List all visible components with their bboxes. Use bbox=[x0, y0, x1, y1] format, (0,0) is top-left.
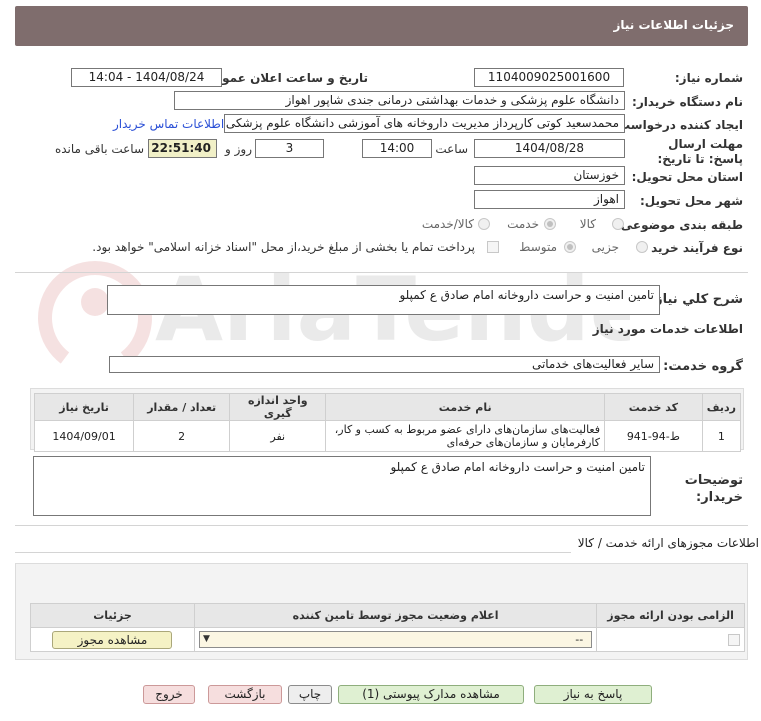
purchase-type-label: نوع فرآیند خرید : bbox=[642, 241, 743, 255]
permit-status-select[interactable]: -- ▼ bbox=[198, 631, 593, 648]
cell-permit-details: مشاهده مجوز bbox=[30, 627, 195, 652]
exit-button[interactable]: خروج bbox=[143, 685, 195, 704]
requester-label: ایجاد کننده درخواست: bbox=[613, 118, 743, 132]
reply-to-need-button[interactable]: پاسخ به نیاز bbox=[534, 685, 652, 704]
general-desc-label: شرح كلي نياز: bbox=[649, 292, 743, 307]
buyer-notes-field: تامین امنیت و حراست داروخانه امام صادق ع… bbox=[33, 456, 651, 516]
city-field: اهواز bbox=[474, 190, 625, 209]
remaining-time-field: 22:51:40 bbox=[148, 139, 217, 158]
permits-table: الزامی بودن ارائه مجوز اعلام وضعیت مجوز … bbox=[30, 603, 745, 652]
services-info-title: اطلاعات خدمات مورد نياز bbox=[592, 322, 743, 336]
view-attachments-button[interactable]: مشاهده مدارک پیوستی (1) bbox=[338, 685, 524, 704]
buyer-org-field: دانشگاه علوم پزشکی و خدمات بهداشتی درمان… bbox=[174, 91, 625, 110]
buyer-org-label: نام دستگاه خریدار: bbox=[632, 95, 743, 109]
announce-datetime-field: 1404/08/24 - 14:04 bbox=[71, 68, 222, 87]
col-permit-status: اعلام وضعیت مجوز توسط تامین کننده bbox=[193, 603, 598, 628]
permit-status-value: -- bbox=[575, 633, 584, 646]
col-service-name: نام خدمت bbox=[325, 393, 605, 421]
category-goods-radio[interactable] bbox=[612, 218, 624, 230]
need-number-label: شماره نیاز: bbox=[674, 71, 743, 85]
cell-quantity: 2 bbox=[133, 420, 231, 452]
category-goods-service-radio[interactable] bbox=[478, 218, 490, 230]
day-and-label: روز و bbox=[225, 142, 252, 156]
permits-section-title: اطلاعات مجوزهای ارائه خدمت / کالا bbox=[577, 536, 759, 550]
deadline-time-label: ساعت bbox=[435, 142, 468, 156]
days-field: 3 bbox=[255, 139, 324, 158]
category-service-label: خدمت bbox=[507, 217, 539, 231]
category-goods-label: کالا bbox=[579, 217, 596, 231]
province-field: خوزستان bbox=[474, 166, 625, 185]
header-container: جزئیات اطلاعات نیاز bbox=[15, 6, 748, 46]
cell-need-date: 1404/09/01 bbox=[33, 420, 135, 452]
general-desc-field: تامین امنیت و حراست داروخانه امام صادق ع… bbox=[107, 285, 660, 315]
category-goods-service-label: کالا/خدمت bbox=[421, 217, 474, 231]
purchase-partial-radio[interactable] bbox=[636, 241, 648, 253]
province-label: استان محل تحویل: bbox=[631, 170, 743, 184]
col-permit-required: الزامی بودن ارائه مجوز bbox=[596, 603, 745, 628]
deadline-date-field: 1404/08/28 bbox=[474, 139, 625, 158]
divider bbox=[15, 552, 571, 553]
permits-table-header: الزامی بودن ارائه مجوز اعلام وضعیت مجوز … bbox=[30, 603, 745, 628]
service-table: ردیف کد خدمت نام خدمت واحد اندازه گیری ت… bbox=[33, 393, 742, 452]
page-title: جزئیات اطلاعات نیاز bbox=[613, 18, 734, 32]
deadline-label: مهلت ارسال پاسخ: تا تاریخ: bbox=[657, 137, 744, 166]
table-row: 1 ط-94-941 فعالیت‌های سازمان‌های دارای ع… bbox=[33, 420, 742, 452]
announce-datetime-label: تاریخ و ساعت اعلان عمومی: bbox=[197, 71, 368, 85]
purchase-medium-radio[interactable] bbox=[564, 241, 576, 253]
view-permit-button[interactable]: مشاهده مجوز bbox=[52, 630, 173, 649]
divider bbox=[15, 272, 748, 273]
col-permit-details: جزئیات bbox=[30, 603, 195, 628]
chevron-down-icon: ▼ bbox=[202, 634, 210, 644]
purchase-medium-label: متوسط bbox=[519, 240, 557, 254]
treasury-checkbox[interactable] bbox=[487, 241, 499, 253]
permit-required-checkbox[interactable] bbox=[728, 634, 740, 646]
table-row: -- ▼ مشاهده مجوز bbox=[30, 627, 745, 652]
service-group-field: سایر فعالیت‌های خدماتی bbox=[109, 356, 660, 373]
col-unit: واحد اندازه گیری bbox=[229, 393, 327, 421]
col-service-code: کد خدمت bbox=[604, 393, 703, 421]
cell-permit-required bbox=[596, 627, 745, 652]
purchase-partial-label: جزیی bbox=[591, 240, 619, 254]
treasury-note: پرداخت تمام یا بخشی از مبلغ خرید،از محل … bbox=[92, 240, 475, 254]
service-table-header: ردیف کد خدمت نام خدمت واحد اندازه گیری ت… bbox=[33, 393, 742, 421]
back-button[interactable]: بازگشت bbox=[208, 685, 282, 704]
col-quantity: تعداد / مقدار bbox=[133, 393, 231, 421]
col-row: ردیف bbox=[701, 393, 742, 421]
category-service-radio[interactable] bbox=[544, 218, 556, 230]
category-label: طبقه بندی موضوعی: bbox=[615, 218, 743, 232]
cell-unit: نفر bbox=[229, 420, 327, 452]
city-label: شهر محل تحویل: bbox=[639, 194, 743, 208]
contact-buyer-link[interactable]: اطلاعات تماس خریدار bbox=[113, 117, 224, 131]
requester-field: محمدسعید کوتی کارپرداز مدیریت داروخانه ه… bbox=[224, 114, 625, 133]
need-number-field: 1104009025001600 bbox=[474, 68, 624, 87]
divider bbox=[15, 525, 748, 526]
cell-service-code: ط-94-941 bbox=[604, 420, 703, 452]
col-need-date: تاریخ نیاز bbox=[33, 393, 135, 421]
cell-row: 1 bbox=[701, 420, 742, 452]
buyer-notes-label: توضیحات خریدار: bbox=[684, 473, 743, 505]
print-button[interactable]: چاپ bbox=[288, 685, 332, 704]
service-group-label: گروه خدمت: bbox=[663, 359, 743, 374]
deadline-time-field: 14:00 bbox=[362, 139, 432, 158]
cell-service-name: فعالیت‌های سازمان‌های دارای عضو مربوط به… bbox=[325, 420, 605, 452]
cell-permit-status: -- ▼ bbox=[193, 627, 598, 652]
remaining-label: ساعت باقی مانده bbox=[54, 142, 144, 156]
